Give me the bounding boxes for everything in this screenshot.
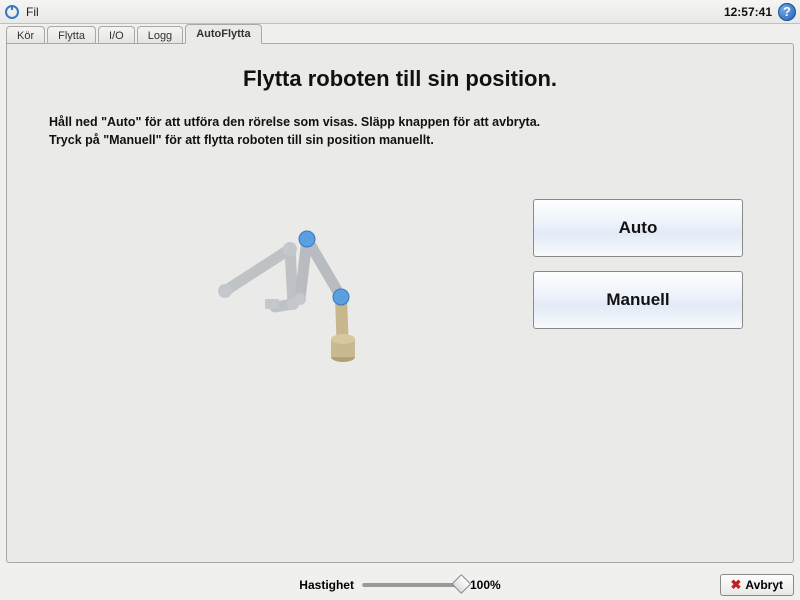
robot-visualization <box>7 199 533 379</box>
file-menu[interactable]: Fil <box>26 5 39 19</box>
manual-button[interactable]: Manuell <box>533 271 743 329</box>
main-panel: Flytta roboten till sin position. Håll n… <box>6 43 794 563</box>
tab-flytta[interactable]: Flytta <box>47 26 96 44</box>
speed-label: Hastighet <box>299 578 354 592</box>
page-title: Flytta roboten till sin position. <box>7 66 793 92</box>
footer-bar: Hastighet 100% ✖ Avbryt <box>0 570 800 600</box>
instruction-text: Håll ned "Auto" för att utföra den rörel… <box>49 114 751 149</box>
tab-kor[interactable]: Kör <box>6 26 45 44</box>
tab-autoflytta[interactable]: AutoFlytta <box>185 24 261 44</box>
speed-slider[interactable] <box>362 583 462 587</box>
close-icon: ✖ <box>731 577 742 593</box>
speed-value: 100% <box>470 578 501 592</box>
robot-arm-icon <box>195 199 415 379</box>
title-bar: Fil 12:57:41 ? <box>0 0 800 24</box>
tab-logg[interactable]: Logg <box>137 26 183 44</box>
tab-io[interactable]: I/O <box>98 26 135 44</box>
ur-logo-icon <box>4 4 20 20</box>
instruction-line2: Tryck på "Manuell" för att flytta robote… <box>49 132 751 150</box>
instruction-line1: Håll ned "Auto" för att utföra den rörel… <box>49 114 751 132</box>
tab-bar: Kör Flytta I/O Logg AutoFlytta <box>0 24 800 44</box>
cancel-label: Avbryt <box>745 578 783 592</box>
speed-slider-thumb[interactable] <box>451 574 471 594</box>
speed-control: Hastighet 100% <box>299 578 500 592</box>
help-icon[interactable]: ? <box>778 3 796 21</box>
cancel-button[interactable]: ✖ Avbryt <box>720 574 794 596</box>
clock: 12:57:41 <box>724 5 772 19</box>
auto-button[interactable]: Auto <box>533 199 743 257</box>
